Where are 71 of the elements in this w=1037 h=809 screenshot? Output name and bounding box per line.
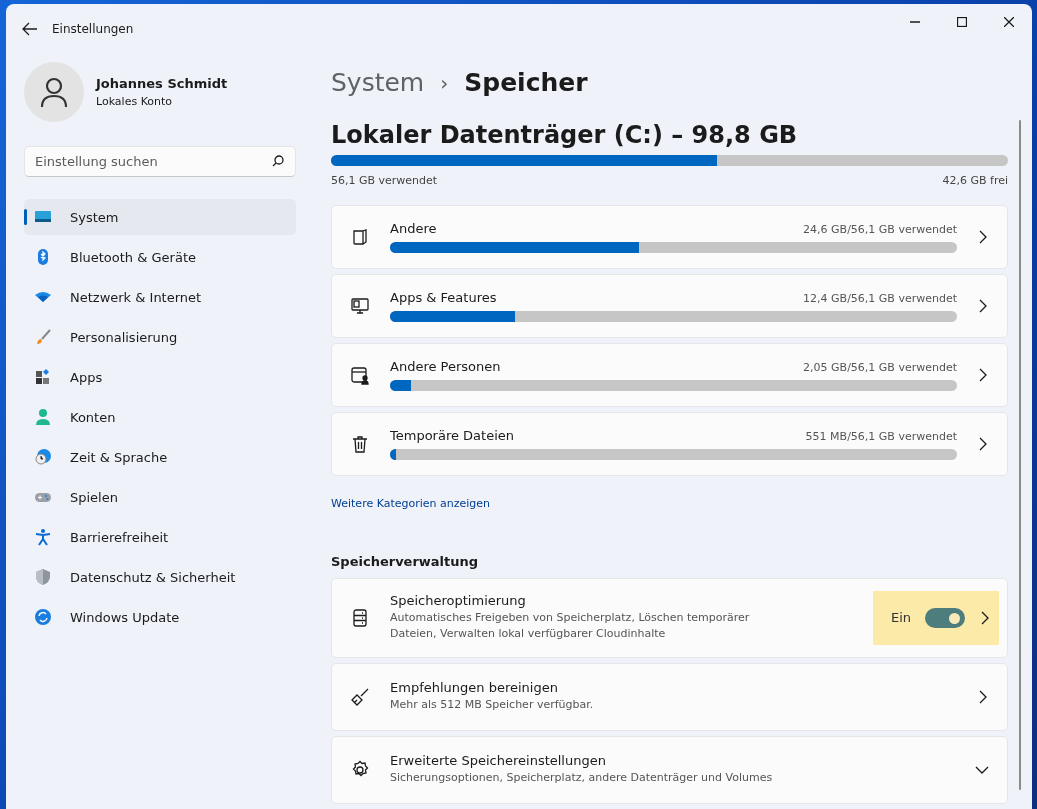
search-field[interactable]: Einstellung suchen (24, 146, 296, 177)
sidebar-item[interactable]: Apps (24, 359, 296, 395)
breadcrumb-separator: › (440, 70, 449, 95)
toggle-label: Ein (890, 610, 911, 626)
setting-description: Sicherungsoptionen, Speicherplatz, andere Datenträger und Volumes (390, 770, 774, 787)
sidebar-item[interactable]: Netzwerk & Internet (24, 279, 296, 315)
chevron-down-icon[interactable] (975, 765, 989, 774)
document-icon (350, 226, 370, 247)
sidebar-item[interactable]: Personalisierung (24, 319, 296, 355)
setting-title: Empfehlungen bereinigen (390, 680, 559, 696)
sidebar-item[interactable]: Windows Update (24, 599, 296, 635)
person-icon (34, 408, 52, 426)
sidebar-item[interactable]: Konten (24, 399, 296, 435)
category-card[interactable]: Temporäre Dateien 551 MB/56,1 GB verwendet (331, 411, 1008, 476)
shield-icon (34, 568, 52, 586)
sidebar-item[interactable]: Barrierefreiheit (24, 519, 296, 555)
sidebar-item[interactable]: Zeit & Sprache (24, 439, 296, 475)
scrollbar[interactable] (1019, 120, 1021, 790)
user-name: Johannes Schmidt (96, 76, 228, 91)
search-icon (272, 155, 284, 167)
sidebar-item[interactable]: Bluetooth & Geräte (24, 239, 296, 275)
sync-icon (34, 608, 52, 626)
brush-icon (34, 328, 52, 346)
category-usage: 2,05 GB/56,1 GB verwendet (803, 360, 957, 374)
category-label: Andere (390, 220, 437, 236)
desktop-apps-icon (350, 295, 370, 316)
category-usage: 24,6 GB/56,1 GB verwendet (803, 222, 957, 236)
back-arrow-icon[interactable] (22, 22, 38, 36)
chevron-right-icon[interactable] (977, 367, 989, 382)
chevron-right-icon[interactable] (977, 229, 989, 244)
broom-icon (350, 686, 370, 707)
category-label: Temporäre Dateien (390, 427, 515, 443)
disk-title: Lokaler Datenträger (C:) – 98,8 GB (331, 121, 799, 150)
setting-card[interactable]: Speicheroptimierung Automatisches Freigeben von Speicherplatz, Löschen temporärer Dateien, Verwalten lokal verfügbarer Cloudinhalte Ein (331, 577, 1008, 658)
setting-title: Speicheroptimierung (390, 593, 527, 609)
apps-icon (34, 368, 52, 386)
window-title: Einstellungen (52, 22, 135, 36)
setting-title: Erweiterte Speichereinstellungen (390, 753, 607, 769)
category-card[interactable]: Andere Personen 2,05 GB/56,1 GB verwendet (331, 342, 1008, 407)
maximize-icon (956, 17, 967, 27)
used-space: 56,1 GB verwendet (331, 173, 438, 187)
category-label: Apps & Features (390, 289, 497, 305)
window-person-icon (350, 364, 370, 385)
setting-description: Mehr als 512 MB Speicher verfügbar. (390, 697, 595, 714)
category-label: Andere Personen (390, 358, 501, 374)
category-usage: 551 MB/56,1 GB verwendet (805, 429, 957, 443)
chevron-right-icon[interactable] (977, 436, 989, 451)
breadcrumb-link[interactable]: System (331, 68, 425, 98)
account-type: Lokales Konto (96, 95, 174, 108)
clock-globe-icon (34, 448, 52, 466)
chevron-right-icon[interactable] (979, 610, 991, 625)
sidebar-item[interactable]: System (24, 199, 296, 235)
sidebar-item[interactable]: Datenschutz & Sicherheit (24, 559, 296, 595)
section-heading: Speicherverwaltung (331, 553, 480, 569)
setting-card[interactable]: Erweiterte Speichereinstellungen Sicherungsoptionen, Speicherplatz, andere Datenträger und Volumes (331, 735, 1008, 804)
close-icon (1003, 17, 1014, 27)
free-space: 42,6 GB frei (942, 173, 1008, 187)
setting-card[interactable]: Empfehlungen bereinigen Mehr als 512 MB Speicher verfügbar. (331, 662, 1008, 731)
trash-icon (350, 433, 370, 454)
chevron-right-icon[interactable] (977, 298, 989, 313)
accessibility-icon (34, 528, 52, 546)
more-categories-link[interactable]: Weitere Kategorien anzeigen (331, 496, 491, 510)
chevron-right-icon[interactable] (977, 689, 989, 704)
category-card[interactable]: Apps & Features 12,4 GB/56,1 GB verwendet (331, 273, 1008, 338)
server-icon (350, 607, 370, 628)
toggle-switch[interactable] (925, 607, 965, 628)
setting-description: Automatisches Freigeben von Speicherplatz, Löschen temporärer Dateien, Verwalten lokal verfügbarer Cloudinhalte (390, 610, 751, 643)
category-usage: 12,4 GB/56,1 GB verwendet (803, 291, 957, 305)
sidebar-item[interactable]: Spielen (24, 479, 296, 515)
category-card[interactable]: Andere 24,6 GB/56,1 GB verwendet (331, 204, 1008, 269)
page-title: Speicher (464, 68, 588, 98)
